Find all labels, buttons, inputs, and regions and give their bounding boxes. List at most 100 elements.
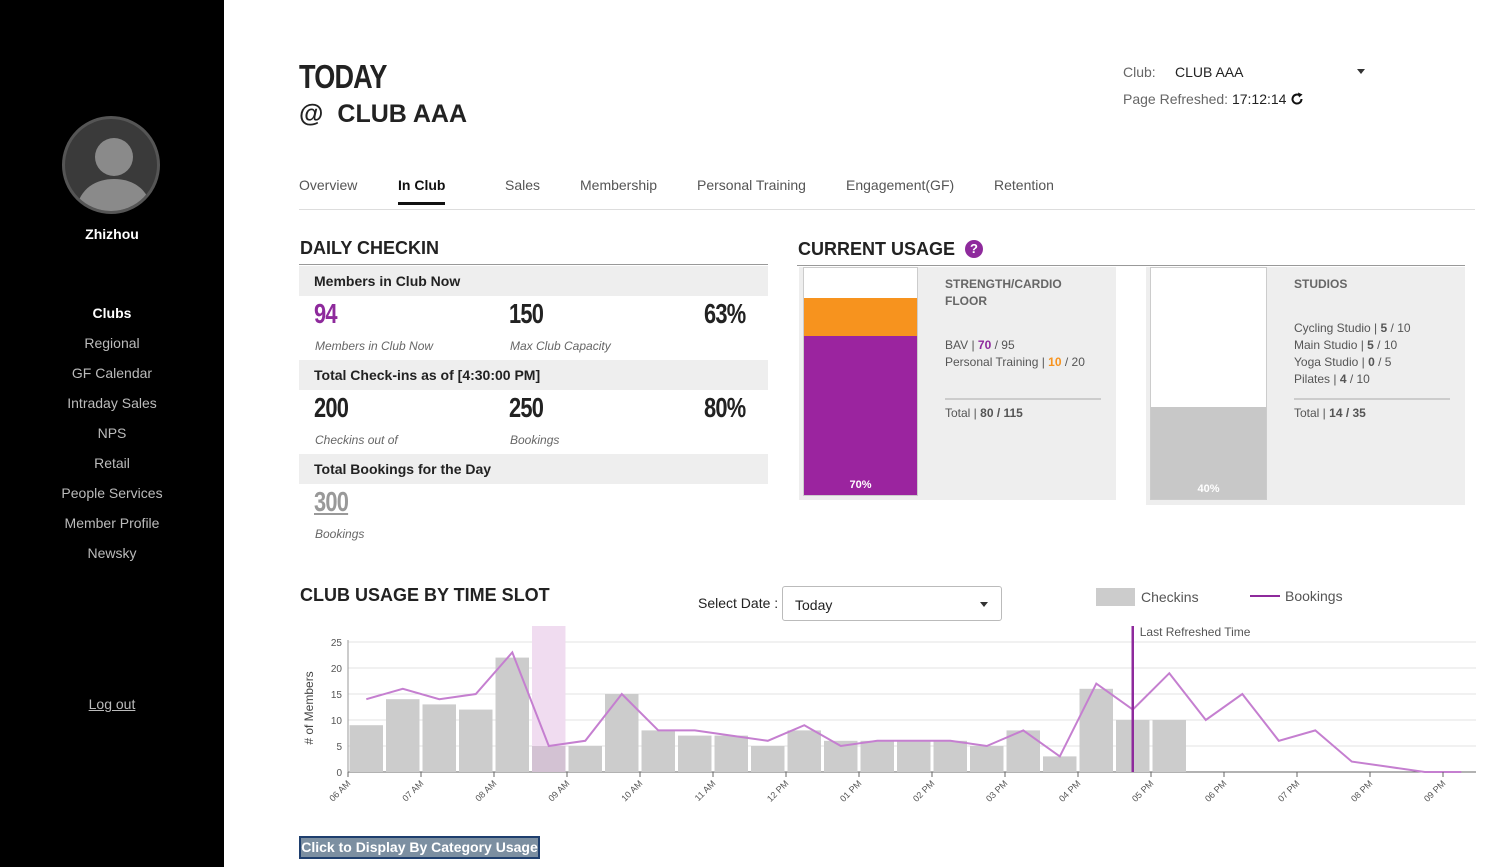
tab-personal-training[interactable]: Personal Training xyxy=(697,177,806,193)
studios-usage-meter: 40% xyxy=(1150,267,1267,500)
studio-pilates: Pilates | 4 / 10 xyxy=(1294,371,1370,388)
floor-total-value: 80 / 115 xyxy=(980,406,1023,420)
studios-panel: 40% STUDIOS Cycling Studio | 5 / 10 Main… xyxy=(1146,267,1465,505)
legend-bookings[interactable]: Bookings xyxy=(1250,588,1343,604)
y-axis-label: # of Members xyxy=(302,671,316,744)
checkins-bar xyxy=(933,740,967,772)
date-select[interactable]: Today xyxy=(782,586,1002,621)
strength-cardio-panel: 70% STRENGTH/CARDIO FLOOR BAV | 70 / 95 P… xyxy=(799,267,1116,500)
studio-capacity: / 10 xyxy=(1373,338,1398,352)
sidebar-item-clubs[interactable]: Clubs xyxy=(0,305,224,335)
checkins-bar xyxy=(349,725,383,772)
page-refreshed: Page Refreshed: 17:12:14 xyxy=(1123,91,1304,107)
floor-title-line2: FLOOR xyxy=(945,294,987,308)
divider xyxy=(945,398,1101,400)
y-tick-label: 25 xyxy=(331,638,343,649)
x-tick-label: 06 PM xyxy=(1203,778,1228,803)
refresh-time: 17:12:14 xyxy=(1231,91,1287,107)
sidebar-item-intraday-sales[interactable]: Intraday Sales xyxy=(0,395,224,425)
sidebar-item-nps[interactable]: NPS xyxy=(0,425,224,455)
checkins-bar xyxy=(459,709,493,772)
bav-label: BAV | xyxy=(945,338,978,352)
checkins-value: 200 xyxy=(314,392,349,423)
checkins-header: Total Check-ins as of [4:30:00 PM] xyxy=(299,360,768,390)
studio-cycling: Cycling Studio | 5 / 10 xyxy=(1294,320,1411,337)
usage-chart-title: CLUB USAGE BY TIME SLOT xyxy=(300,585,550,605)
y-tick-label: 20 xyxy=(331,664,343,675)
date-select-value[interactable]: Today xyxy=(795,597,832,613)
tab-overview[interactable]: Overview xyxy=(299,177,357,193)
checkins-bar xyxy=(1006,730,1040,772)
studio-label: Yoga Studio | xyxy=(1294,355,1369,369)
refresh-icon[interactable] xyxy=(1290,92,1304,106)
x-tick-label: 04 PM xyxy=(1057,778,1082,803)
x-tick-label: 09 AM xyxy=(546,778,571,803)
last-refreshed-label: Last Refreshed Time xyxy=(1140,625,1251,639)
floor-title-line1: STRENGTH/CARDIO xyxy=(945,277,1062,291)
studio-label: Pilates | xyxy=(1294,372,1340,386)
legend-bookings-label: Bookings xyxy=(1285,588,1343,604)
floor-usage-fill xyxy=(804,336,917,495)
checkins-bar xyxy=(714,735,748,772)
x-tick-label: 02 PM xyxy=(911,778,936,803)
studios-total-value: 14 / 35 xyxy=(1329,406,1366,420)
bav-capacity: / 95 xyxy=(991,338,1015,352)
checkins-bar xyxy=(495,657,529,772)
studios-title: STUDIOS xyxy=(1294,277,1348,291)
tab-engagement-gf[interactable]: Engagement(GF) xyxy=(846,177,954,193)
avatar[interactable] xyxy=(62,116,160,214)
sidebar-item-people-services[interactable]: People Services xyxy=(0,485,224,515)
sidebar-item-gf-calendar[interactable]: GF Calendar xyxy=(0,365,224,395)
x-tick-label: 01 PM xyxy=(838,778,863,803)
club-select-label: Club: xyxy=(1123,64,1156,80)
help-icon[interactable]: ? xyxy=(965,240,984,258)
club-selector[interactable]: Club: CLUB AAA xyxy=(1123,64,1373,80)
tab-in-club[interactable]: In Club xyxy=(398,177,446,205)
pt-usage: Personal Training | 10 / 20 xyxy=(945,354,1085,371)
checkins-bar xyxy=(1043,756,1077,772)
day-bookings-header: Total Bookings for the Day xyxy=(299,454,768,484)
members-now-value: 94 xyxy=(314,298,338,329)
day-bookings-caption: Bookings xyxy=(315,527,365,541)
checkins-bar xyxy=(568,746,602,772)
x-tick-label: 05 PM xyxy=(1130,778,1155,803)
checkins-bar xyxy=(860,740,894,772)
y-tick-label: 5 xyxy=(336,742,342,753)
sidebar-item-member-profile[interactable]: Member Profile xyxy=(0,515,224,545)
sidebar-item-retail[interactable]: Retail xyxy=(0,455,224,485)
tab-membership[interactable]: Membership xyxy=(580,177,657,193)
floor-total-label: Total | xyxy=(945,406,981,420)
studio-label: Cycling Studio | xyxy=(1294,321,1381,335)
studio-count: 4 xyxy=(1339,372,1347,386)
checkins-bar xyxy=(1152,720,1186,772)
y-tick-label: 10 xyxy=(331,716,343,727)
tab-sales[interactable]: Sales xyxy=(505,177,540,193)
daily-checkin-title: DAILY CHECKIN xyxy=(300,238,440,258)
x-tick-label: 08 PM xyxy=(1349,778,1374,803)
chevron-down-icon[interactable] xyxy=(1357,69,1365,74)
chevron-down-icon[interactable] xyxy=(980,602,988,607)
pt-count: 10 xyxy=(1048,355,1062,369)
day-bookings-value[interactable]: 300 xyxy=(314,486,349,518)
checkins-bar xyxy=(787,730,821,772)
checkins-bar xyxy=(386,699,420,772)
sidebar-item-newsky[interactable]: Newsky xyxy=(0,545,224,575)
members-now-caption: Members in Club Now xyxy=(315,339,434,353)
usage-by-time-slot-chart: 0 5 10 15 20 25 # of Members Last Refreshed Tim… xyxy=(302,625,1476,804)
floor-pt-fill xyxy=(804,297,917,337)
user-silhouette-icon xyxy=(75,138,153,211)
floor-usage-meter: 70% xyxy=(803,267,918,496)
sidebar-item-regional[interactable]: Regional xyxy=(0,335,224,365)
category-usage-button[interactable]: Click to Display By Category Usage xyxy=(299,836,540,859)
tab-retention[interactable]: Retention xyxy=(994,177,1054,193)
legend-checkins-label: Checkins xyxy=(1141,589,1199,605)
legend-checkins[interactable]: Checkins xyxy=(1096,588,1199,606)
pt-label: Personal Training | xyxy=(945,355,1049,369)
checkins-bar xyxy=(897,740,931,772)
club-select-value[interactable]: CLUB AAA xyxy=(1175,64,1243,80)
page-title: TODAY xyxy=(299,58,387,95)
checkins-percent: 80% xyxy=(704,392,746,423)
sidebar: Zhizhou Clubs Regional GF Calendar Intra… xyxy=(0,0,224,867)
logout-link[interactable]: Log out xyxy=(0,696,224,712)
club-heading-name: CLUB AAA xyxy=(337,100,468,128)
